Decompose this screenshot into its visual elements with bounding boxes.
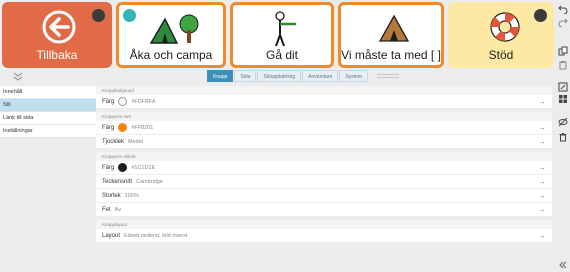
color-swatch bbox=[118, 123, 128, 132]
row-label: Färg bbox=[102, 124, 115, 131]
row-label: Layout bbox=[102, 232, 121, 239]
tile-go-there[interactable]: Gå dit bbox=[230, 2, 334, 68]
help-corner-icon bbox=[534, 9, 547, 22]
row-value: Cambridge bbox=[136, 178, 163, 185]
arrow-left-circle-icon bbox=[42, 10, 76, 44]
symbol-bar: Tillbaka Åka och campa Gå dit Vi måste t… bbox=[0, 0, 556, 70]
arrow-right-icon[interactable]: → bbox=[538, 177, 546, 187]
help-button[interactable]: Stöd bbox=[448, 2, 554, 68]
row-value: #FF8201 bbox=[131, 124, 154, 131]
frame-thickness-row[interactable]: Tjocklek Medel → bbox=[96, 135, 552, 149]
row-value: Av bbox=[114, 206, 121, 213]
person-pointing-icon bbox=[275, 11, 296, 47]
tab-page-layout[interactable]: Sidupplattning bbox=[257, 70, 302, 82]
section-heading: Knapplayout bbox=[96, 220, 552, 229]
tile-camping[interactable]: Åka och campa bbox=[116, 2, 226, 68]
color-swatch bbox=[118, 163, 128, 172]
arrow-right-icon[interactable]: → bbox=[538, 191, 546, 201]
row-value: 100% bbox=[124, 192, 139, 199]
tent-icon bbox=[378, 14, 410, 42]
arrow-right-icon[interactable]: → bbox=[538, 97, 546, 107]
tab-page[interactable]: Sida bbox=[234, 70, 257, 82]
size-row[interactable]: Storlek 100% → bbox=[96, 189, 552, 203]
layout-row[interactable]: Layout Etikett nederst, bild överst → bbox=[96, 229, 552, 243]
frame-color-row[interactable]: Färg #FF8201 → bbox=[96, 121, 552, 135]
row-label: Färg bbox=[102, 164, 115, 171]
settings-nav: Innehåll Stil Länk till sida Inställning… bbox=[0, 86, 96, 272]
back-corner-icon bbox=[92, 9, 105, 22]
background-color-row[interactable]: Färg #FDFBFA → bbox=[96, 95, 552, 109]
style-settings-panel: Knappbakgrund Färg #FDFBFA → Knappens ra… bbox=[96, 86, 552, 272]
arrow-right-icon[interactable]: → bbox=[538, 163, 546, 173]
paste-icon[interactable] bbox=[558, 60, 568, 70]
row-value: #FDFBFA bbox=[131, 98, 156, 105]
expand-panel-icon[interactable] bbox=[558, 260, 568, 270]
tile-go-there-label: Gå dit bbox=[265, 48, 298, 62]
hide-icon[interactable] bbox=[558, 117, 568, 127]
row-label: Storlek bbox=[102, 192, 121, 199]
arrow-right-icon[interactable]: → bbox=[538, 231, 546, 241]
row-label: Fet bbox=[102, 206, 111, 213]
back-button[interactable]: Tillbaka bbox=[2, 2, 112, 68]
grid-icon[interactable] bbox=[558, 94, 568, 104]
row-value: #1C1D1E bbox=[131, 164, 156, 171]
tent-and-tree-icon bbox=[149, 14, 199, 44]
drag-handle[interactable] bbox=[377, 70, 400, 82]
section-heading: Knappens ram bbox=[96, 112, 552, 121]
arrow-right-icon[interactable]: → bbox=[538, 137, 546, 147]
tab-user[interactable]: Användare bbox=[302, 70, 339, 82]
back-label: Tillbaka bbox=[36, 48, 78, 62]
row-value: Medel bbox=[128, 138, 143, 145]
section-heading: Knappens etikett bbox=[96, 152, 552, 161]
tile-camping-label: Åka och campa bbox=[129, 48, 213, 62]
row-value: Etikett nederst, bild överst bbox=[124, 232, 188, 239]
font-row[interactable]: Teckensnitt Cambridge → bbox=[96, 175, 552, 189]
checkmark-icon bbox=[123, 9, 136, 22]
copy-icon[interactable] bbox=[558, 46, 568, 56]
arrow-right-icon[interactable]: → bbox=[538, 205, 546, 215]
tab-system[interactable]: System bbox=[339, 70, 369, 82]
nav-item-settings[interactable]: Inställningar bbox=[0, 125, 96, 138]
tile-bring[interactable]: Vi måste ta med [ ] bbox=[338, 2, 444, 68]
help-label: Stöd bbox=[488, 48, 514, 62]
tab-button[interactable]: Knapp bbox=[207, 70, 234, 82]
section-heading: Knappbakgrund bbox=[96, 86, 552, 95]
trash-icon[interactable] bbox=[558, 132, 568, 142]
lifebuoy-icon bbox=[490, 12, 520, 42]
edit-board-icon[interactable] bbox=[558, 82, 568, 92]
nav-item-style[interactable]: Stil bbox=[0, 99, 96, 112]
row-label: Teckensnitt bbox=[102, 178, 133, 185]
right-toolbar bbox=[556, 0, 570, 272]
row-label: Färg bbox=[102, 98, 115, 105]
row-label: Tjocklek bbox=[102, 138, 125, 145]
settings-tabs: Knapp Sida Sidupplattning Användare Syst… bbox=[207, 70, 400, 82]
nav-item-link[interactable]: Länk till sida bbox=[0, 112, 96, 125]
undo-icon[interactable] bbox=[558, 4, 568, 14]
tile-bring-label: Vi måste ta med [ ] bbox=[341, 48, 441, 62]
color-swatch bbox=[118, 97, 128, 106]
text-color-row[interactable]: Färg #1C1D1E → bbox=[96, 161, 552, 175]
collapse-chevron-icon[interactable] bbox=[12, 72, 24, 82]
arrow-right-icon[interactable]: → bbox=[538, 123, 546, 133]
bold-row[interactable]: Fet Av → bbox=[96, 203, 552, 217]
redo-icon[interactable] bbox=[558, 17, 568, 27]
nav-item-content[interactable]: Innehåll bbox=[0, 86, 96, 99]
